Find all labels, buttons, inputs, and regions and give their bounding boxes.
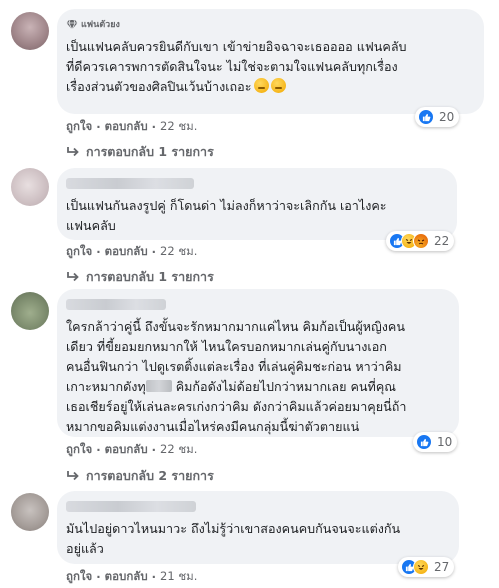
reaction-count: 22 [434, 234, 450, 248]
comment-text: เป็นแฟนคลับควรยินดีกับเขา เข้าข่ายอิจฉาจ… [66, 37, 472, 97]
timestamp[interactable]: 22 ชม. [160, 441, 197, 459]
comment-actions: ถูกใจ · ตอบกลับ · 22 ชม. [66, 441, 197, 459]
view-replies-link[interactable]: การตอบกลับ 1 รายการ [66, 142, 214, 162]
reply-arrow-icon [67, 272, 79, 282]
author-name-redacted[interactable] [66, 298, 166, 310]
like-button[interactable]: ถูกใจ [66, 118, 92, 136]
reply-button[interactable]: ตอบกลับ [105, 568, 148, 586]
reaction-summary[interactable]: 20 [415, 107, 460, 127]
comment-text: มันไปอยู่ดาวไหนมาวะ ถึงไม่รู้ว่าเขาสองคน… [66, 521, 401, 556]
comment-actions: ถูกใจ · ตอบกลับ · 22 ชม. [66, 243, 197, 261]
avatar[interactable] [11, 12, 49, 50]
separator-dot: · [151, 570, 157, 584]
redacted-word [145, 380, 172, 392]
separator-dot: · [96, 443, 101, 457]
author-name-redacted[interactable] [66, 500, 196, 512]
author-row [66, 297, 447, 311]
avatar[interactable] [11, 493, 49, 531]
avatar[interactable] [11, 168, 49, 206]
haha-icon [413, 559, 429, 575]
reply-button[interactable]: ตอบกลับ [105, 243, 148, 261]
replies-count-label: การตอบกลับ 1 รายการ [86, 144, 214, 159]
separator-dot: · [96, 570, 101, 584]
separator-dot: · [96, 120, 101, 134]
timestamp[interactable]: 22 ชม. [160, 243, 197, 261]
comment-bubble: แฟนตัวยง เป็นแฟนคลับควรยินดีกับเขา เข้าข… [57, 9, 484, 114]
reaction-count: 20 [439, 110, 455, 124]
like-button[interactable]: ถูกใจ [66, 568, 92, 586]
comment-text: ใครกล้าว่าคู่นี้ ถึงขั้นจะรักหมากมากแค่ไ… [66, 317, 447, 437]
view-replies-link[interactable]: การตอบกลับ 1 รายการ [66, 267, 214, 287]
angry-icon [413, 233, 429, 249]
grinning-emoji [253, 78, 269, 93]
grinning-emoji [270, 78, 286, 93]
reaction-summary[interactable]: 27 [398, 557, 455, 577]
reaction-summary[interactable]: 10 [413, 432, 458, 452]
comment-actions: ถูกใจ · ตอบกลับ · 22 ชม. [66, 118, 197, 136]
avatar[interactable] [11, 292, 49, 330]
timestamp[interactable]: 21 ชม. [160, 568, 197, 586]
separator-dot: · [151, 443, 157, 457]
comment-actions: ถูกใจ · ตอบกลับ · 21 ชม. [66, 568, 197, 586]
author-name-redacted[interactable] [66, 177, 194, 189]
replies-count-label: การตอบกลับ 1 รายการ [86, 269, 214, 284]
like-icon [418, 109, 434, 125]
author-row [66, 499, 447, 513]
timestamp[interactable]: 22 ชม. [160, 118, 197, 136]
comment-bubble: เป็นแฟนกันลงรูปคู่ ก็โดนด่า ไม่ลงก็หาว่า… [57, 168, 457, 240]
comment-text: เป็นแฟนกันลงรูปคู่ ก็โดนด่า ไม่ลงก็หาว่า… [66, 198, 387, 233]
like-button[interactable]: ถูกใจ [66, 243, 92, 261]
like-icon [416, 434, 432, 450]
author-row: แฟนตัวยง [66, 17, 472, 31]
separator-dot: · [151, 245, 157, 259]
reply-arrow-icon [67, 147, 79, 157]
fan-badge-icon [66, 19, 78, 30]
separator-dot: · [151, 120, 157, 134]
comment-bubble: ใครกล้าว่าคู่นี้ ถึงขั้นจะรักหมากมากแค่ไ… [57, 289, 459, 437]
like-button[interactable]: ถูกใจ [66, 441, 92, 459]
view-replies-link[interactable]: การตอบกลับ 2 รายการ [66, 466, 214, 486]
separator-dot: · [96, 245, 101, 259]
comment-text-body: เป็นแฟนคลับควรยินดีกับเขา เข้าข่ายอิจฉาจ… [66, 39, 407, 94]
reply-arrow-icon [67, 471, 79, 481]
author-row [66, 176, 445, 190]
fan-badge-label: แฟนตัวยง [81, 20, 120, 30]
reply-button[interactable]: ตอบกลับ [105, 441, 148, 459]
reply-button[interactable]: ตอบกลับ [105, 118, 148, 136]
reaction-count: 10 [437, 435, 453, 449]
reaction-summary[interactable]: 22 [386, 231, 455, 251]
replies-count-label: การตอบกลับ 2 รายการ [86, 468, 214, 483]
reaction-count: 27 [434, 560, 450, 574]
comment-bubble: มันไปอยู่ดาวไหนมาวะ ถึงไม่รู้ว่าเขาสองคน… [57, 491, 459, 564]
